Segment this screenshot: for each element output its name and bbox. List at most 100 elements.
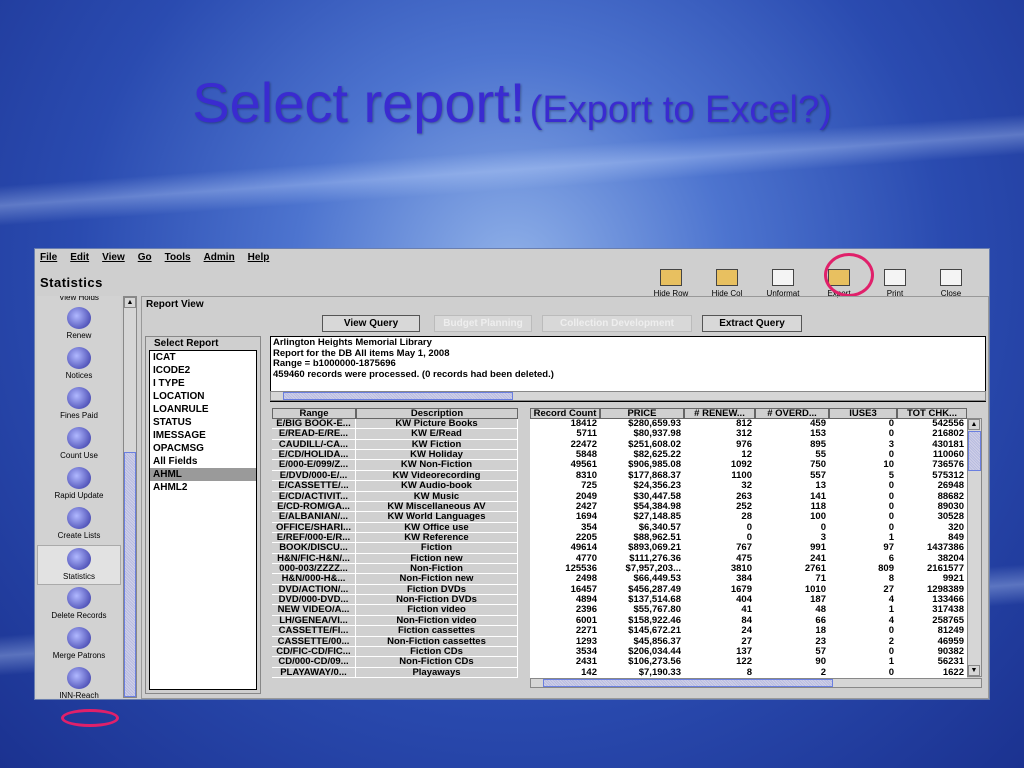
table-row[interactable]: 3534 $206,034.44 137 57 0 90382 — [530, 647, 967, 657]
scroll-thumb[interactable] — [968, 431, 981, 471]
table-row[interactable]: DVD/ACTION/... Fiction DVDs — [272, 584, 518, 596]
table-row[interactable]: 1694 $27,148.85 28 100 0 30528 — [530, 512, 967, 522]
report-item-i-type[interactable]: I TYPE — [150, 377, 256, 390]
table-row[interactable]: 142 $7,190.33 8 2 0 1622 — [530, 668, 967, 678]
report-item-opacmsg[interactable]: OPACMSG — [150, 442, 256, 455]
print-button[interactable]: Print — [867, 265, 923, 298]
sidebar-item-inn-reach[interactable]: INN-Reach — [37, 665, 121, 698]
scroll-up-icon[interactable]: ▲ — [968, 419, 980, 430]
table-row[interactable]: BOOK/DISCU... Fiction — [272, 543, 518, 554]
table-row[interactable]: OFFICE/SHARI... KW Office use — [272, 522, 518, 533]
table-row[interactable]: 2396 $55,767.80 41 48 1 317438 — [530, 605, 967, 615]
table-row[interactable]: CD/FIC-CD/FIC... Fiction CDs — [272, 646, 518, 658]
table-row[interactable]: 5848 $82,625.22 12 55 0 110060 — [530, 450, 967, 460]
extract-query-button[interactable]: Extract Query — [702, 315, 802, 332]
report-item-imessage[interactable]: IMESSAGE — [150, 429, 256, 442]
table-row[interactable]: 18412 $280,659.93 812 459 0 542556 — [530, 419, 967, 429]
column-header-tot-chk[interactable]: TOT CHK... — [897, 408, 967, 419]
column-header-renew[interactable]: # RENEW... — [684, 408, 755, 419]
report-item-status[interactable]: STATUS — [150, 416, 256, 429]
report-item-icat[interactable]: ICAT — [150, 351, 256, 364]
hide-row-button[interactable]: Hide Row — [643, 265, 699, 298]
sidebar-item-partial[interactable]: View Holds — [37, 296, 121, 305]
table-row[interactable]: CD/000-CD/09... Non-Fiction CDs — [272, 657, 518, 668]
table-row[interactable]: 725 $24,356.23 32 13 0 26948 — [530, 481, 967, 491]
table-vertical-scrollbar[interactable]: ▲ ▼ — [967, 418, 982, 677]
table-row[interactable]: 6001 $158,922.46 84 66 4 258765 — [530, 616, 967, 626]
report-item-loanrule[interactable]: LOANRULE — [150, 403, 256, 416]
menu-file[interactable]: File — [40, 252, 57, 263]
table-row[interactable]: E/CD-ROM/GA... KW Miscellaneous AV — [272, 501, 518, 513]
table-row[interactable]: 4770 $111,276.36 475 241 6 38204 — [530, 554, 967, 564]
sidebar-item-notices[interactable]: Notices — [37, 345, 121, 385]
table-row[interactable]: 2431 $106,273.56 122 90 1 56231 — [530, 657, 967, 667]
table-row[interactable]: E/CD/ACTIVIT... KW Music — [272, 491, 518, 502]
table-row[interactable]: 49614 $893,069.21 767 991 97 1437386 — [530, 543, 967, 553]
column-header-iuse3[interactable]: IUSE3 — [829, 408, 897, 419]
table-row[interactable]: E/CASSETTE/... KW Audio-book — [272, 481, 518, 492]
scroll-thumb[interactable] — [124, 452, 136, 697]
table-row[interactable]: PLAYAWAY/0... Playaways — [272, 667, 518, 678]
table-row[interactable]: 2205 $88,962.51 0 3 1 849 — [530, 533, 967, 543]
column-header-range[interactable]: Range — [272, 408, 356, 419]
table-row[interactable]: 000-003/ZZZZ... Non-Fiction — [272, 564, 518, 575]
menu-edit[interactable]: Edit — [70, 252, 89, 263]
table-row[interactable]: 2271 $145,672.21 24 18 0 81249 — [530, 626, 967, 636]
table-row[interactable]: CASSETTE/FI... Fiction cassettes — [272, 626, 518, 637]
table-row[interactable]: 16457 $456,287.49 1679 1010 27 1298389 — [530, 585, 967, 595]
report-item-ahml2[interactable]: AHML2 — [150, 481, 256, 494]
table-row[interactable]: 4894 $137,514.68 404 187 4 133466 — [530, 595, 967, 605]
column-header-record-count[interactable]: Record Count — [530, 408, 600, 419]
info-horizontal-scrollbar[interactable] — [270, 391, 986, 401]
column-header-overd[interactable]: # OVERD... — [755, 408, 829, 419]
table-row[interactable]: DVD/000-DVD... Non-Fiction DVDs — [272, 595, 518, 606]
table-row[interactable]: H&N/FIC-H&N/... Fiction new — [272, 553, 518, 565]
table-row[interactable]: E/REF/000-E/R... KW Reference — [272, 532, 518, 544]
table-row[interactable]: 49561 $906,985.08 1092 750 10 736576 — [530, 460, 967, 470]
table-row[interactable]: E/ALBANIAN/... KW World Languages — [272, 512, 518, 523]
report-item-location[interactable]: LOCATION — [150, 390, 256, 403]
menu-admin[interactable]: Admin — [204, 252, 235, 263]
report-list[interactable]: ICAT ICODE2 I TYPE LOCATION LOANRULE STATUS IM… — [149, 350, 257, 690]
menu-view[interactable]: View — [102, 252, 125, 263]
table-row[interactable]: CASSETTE/00... Non-Fiction cassettes — [272, 636, 518, 647]
table-row[interactable]: NEW VIDEO/A... Fiction video — [272, 605, 518, 616]
scroll-down-icon[interactable]: ▼ — [968, 665, 980, 676]
close-button[interactable]: Close — [923, 265, 979, 298]
table-row[interactable]: 5711 $80,937.98 312 153 0 216802 — [530, 429, 967, 439]
table-row[interactable]: 125536 $7,957,203... 3810 2761 809 2161577 — [530, 564, 967, 574]
table-row[interactable]: 2498 $66,449.53 384 71 8 9921 — [530, 574, 967, 584]
report-item-ahml[interactable]: AHML — [150, 468, 256, 481]
table-horizontal-scrollbar[interactable] — [530, 678, 982, 688]
sidebar-item-rapid-update[interactable]: Rapid Update — [37, 465, 121, 505]
table-row[interactable]: LH/GENEA/VI... Non-Fiction video — [272, 615, 518, 627]
unformat-button[interactable]: Unformat — [755, 265, 811, 298]
menu-tools[interactable]: Tools — [165, 252, 191, 263]
report-item-icode2[interactable]: ICODE2 — [150, 364, 256, 377]
table-row[interactable]: CAUDILL/-CA... KW Fiction — [272, 439, 518, 451]
table-row[interactable]: E/BIG BOOK-E... KW Picture Books — [272, 419, 518, 430]
table-row[interactable]: 1293 $45,856.37 27 23 2 46959 — [530, 637, 967, 647]
sidebar-item-statistics[interactable]: Statistics — [37, 545, 121, 585]
sidebar-scrollbar[interactable]: ▲ — [123, 296, 137, 698]
table-row[interactable]: 2049 $30,447.58 263 141 0 88682 — [530, 492, 967, 502]
view-query-button[interactable]: View Query — [322, 315, 420, 332]
hide-col-button[interactable]: Hide Col — [699, 265, 755, 298]
sidebar-item-fines-paid[interactable]: Fines Paid — [37, 385, 121, 425]
sidebar-item-count-use[interactable]: Count Use — [37, 425, 121, 465]
scroll-up-icon[interactable]: ▲ — [124, 297, 136, 308]
column-header-price[interactable]: PRICE — [600, 408, 684, 419]
report-item-all-fields[interactable]: All Fields — [150, 455, 256, 468]
sidebar-item-create-lists[interactable]: Create Lists — [37, 505, 121, 545]
menu-help[interactable]: Help — [248, 252, 270, 263]
menu-go[interactable]: Go — [138, 252, 152, 263]
table-row[interactable]: 8310 $177,868.37 1100 557 5 575312 — [530, 471, 967, 481]
table-row[interactable]: 22472 $251,608.02 976 895 3 430181 — [530, 440, 967, 450]
sidebar-item-merge-patrons[interactable]: Merge Patrons — [37, 625, 121, 665]
table-row[interactable]: H&N/000-H&... Non-Fiction new — [272, 574, 518, 585]
sidebar-item-renew[interactable]: Renew — [37, 305, 121, 345]
table-row[interactable]: E/READ-E/RE... KW E/Read — [272, 429, 518, 440]
table-row[interactable]: E/DVD/000-E/... KW Videorecording — [272, 470, 518, 482]
table-row[interactable]: E/CD/HOLIDA... KW Holiday — [272, 450, 518, 461]
table-row[interactable]: 354 $6,340.57 0 0 0 320 — [530, 523, 967, 533]
